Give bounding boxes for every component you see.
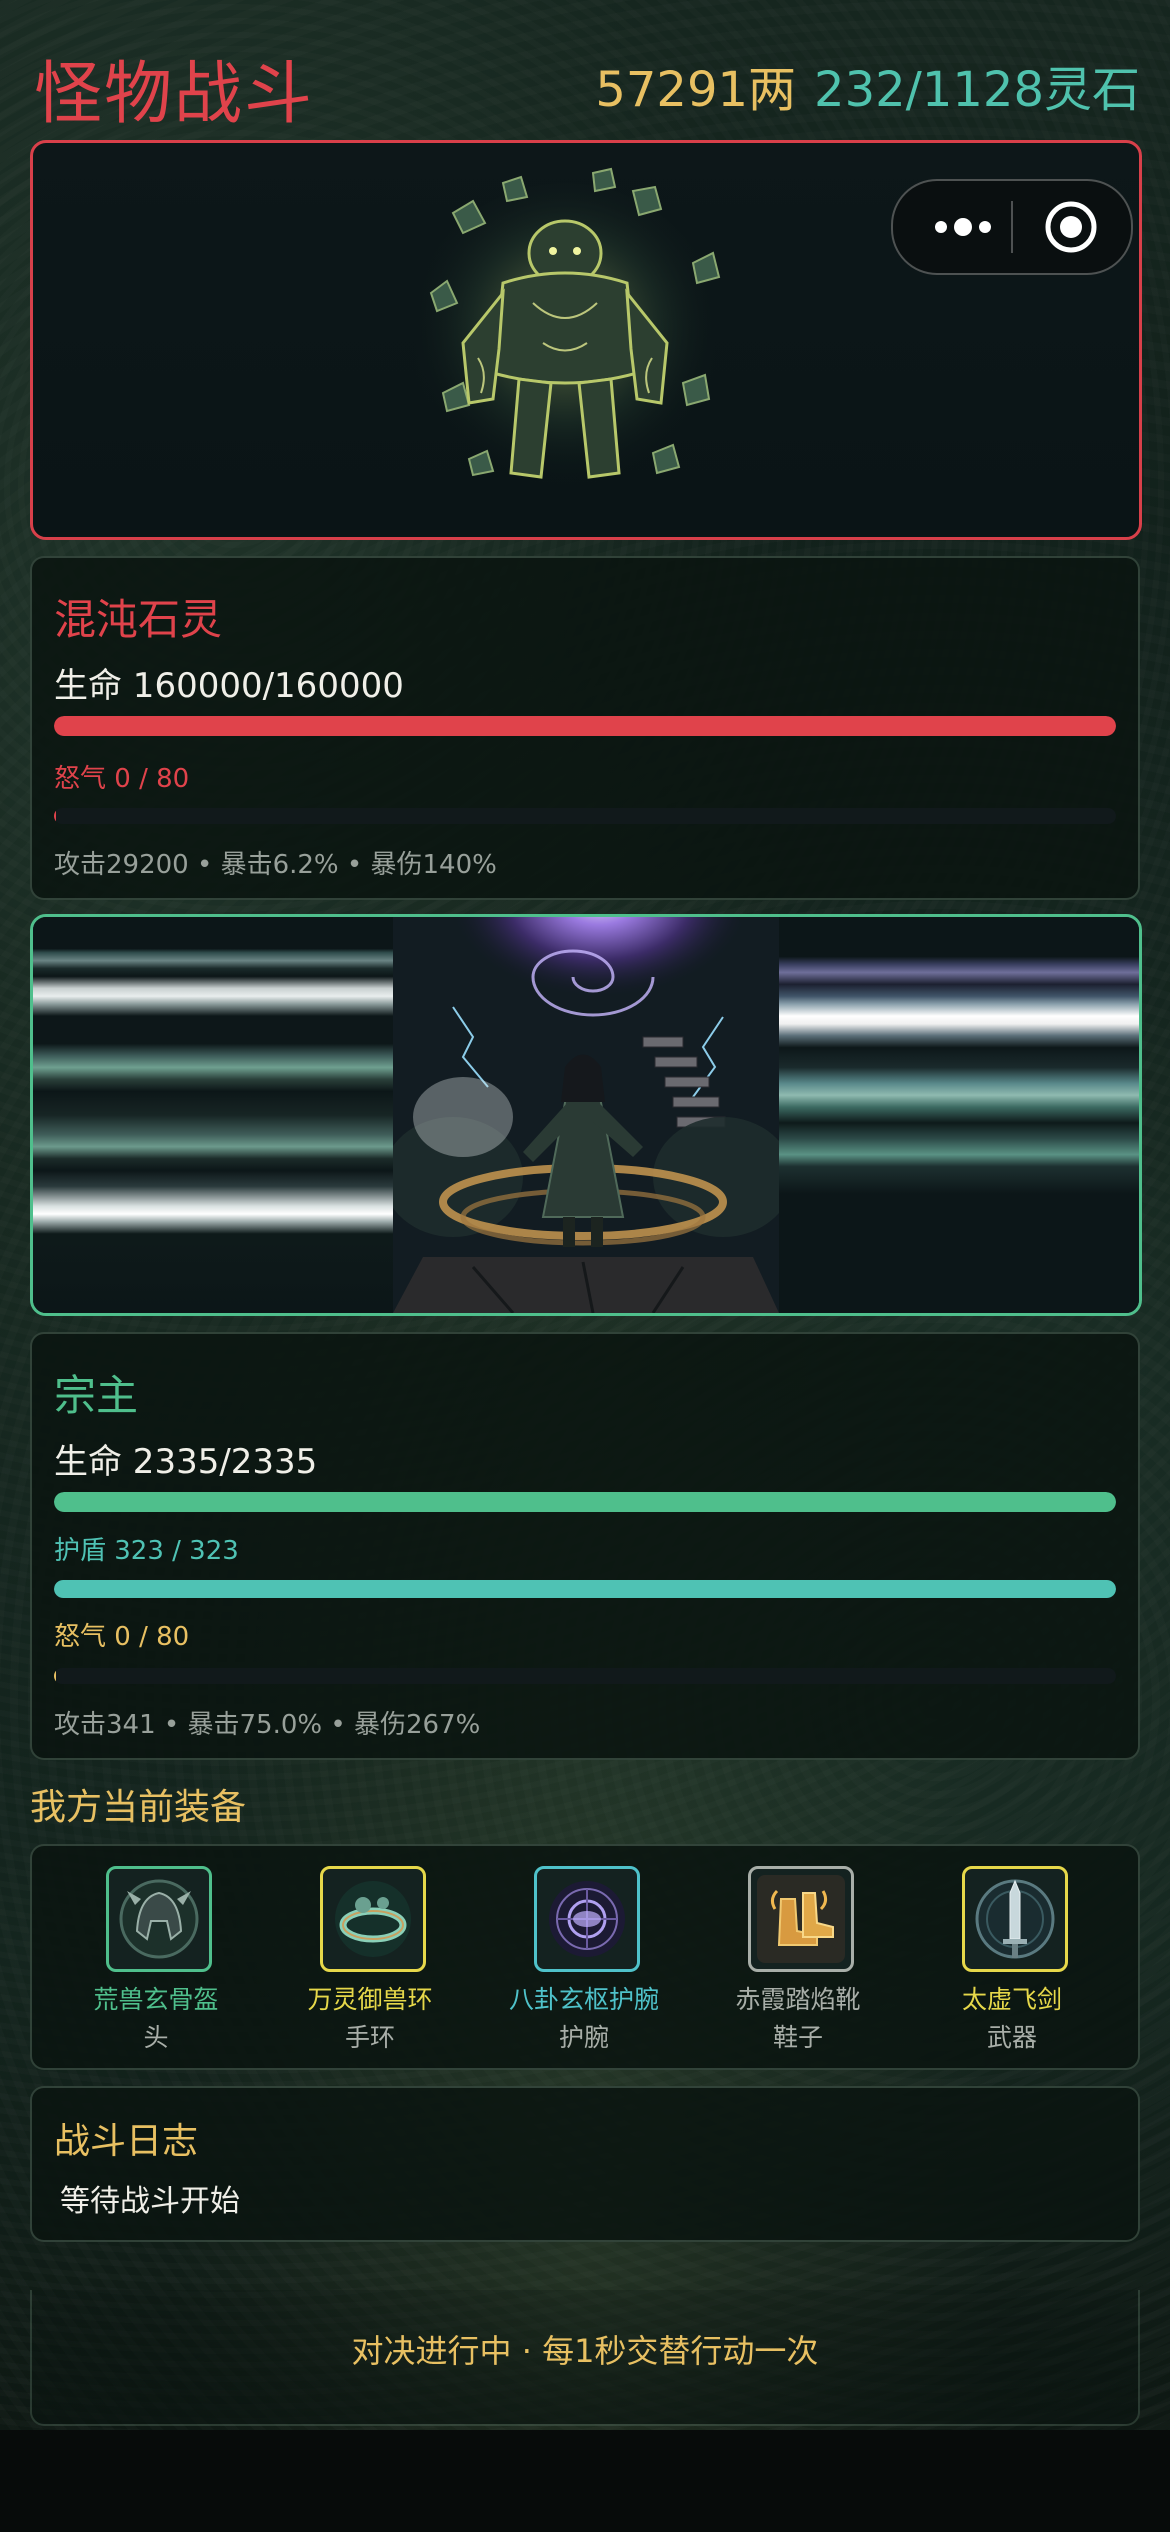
capsule-divider — [1011, 201, 1013, 253]
equip-slot-boots[interactable]: 赤霞踏焰靴 鞋子 — [698, 1866, 898, 2066]
hero-stats-panel: 宗主 生命 2335/2335 护盾 323 / 323 怒气 0 / 80 攻… — [30, 1332, 1140, 1760]
monster-stats-panel: 混沌石灵 生命 160000/160000 怒气 0 / 80 攻击29200 … — [30, 556, 1140, 900]
monster-hp-text: 生命 160000/160000 — [54, 666, 404, 706]
hero-rage-bar — [54, 1668, 1116, 1684]
monster-stats-line: 攻击29200 • 暴击6.2% • 暴伤140% — [54, 850, 497, 880]
equip-slot-label: 鞋子 — [772, 2023, 823, 2052]
glitch-streak-right — [779, 917, 1139, 1313]
gold-amount: 57291两 — [595, 62, 797, 118]
hero-hp-text: 生命 2335/2335 — [54, 1442, 318, 1482]
hero-name: 宗主 — [54, 1371, 139, 1420]
boots-icon — [748, 1866, 854, 1972]
bracelet-icon — [320, 1866, 426, 1972]
equipment-section-title: 我方当前装备 — [30, 1787, 247, 1828]
hero-shield-text: 护盾 323 / 323 — [54, 1536, 239, 1566]
equip-slot-weapon[interactable]: 太虚飞剑 武器 — [912, 1866, 1112, 2066]
hero-rage-text: 怒气 0 / 80 — [54, 1622, 190, 1652]
hero-portrait — [30, 914, 1142, 1316]
helmet-icon — [106, 1866, 212, 1972]
hero-stats-line: 攻击341 • 暴击75.0% • 暴伤267% — [54, 1710, 481, 1740]
battle-log-panel: 战斗日志 等待战斗开始 — [30, 2086, 1140, 2242]
equip-slot-label: 武器 — [986, 2023, 1037, 2052]
hero-hp-bar — [54, 1492, 1116, 1512]
hero-rage-marker — [54, 1668, 56, 1684]
monster-rage-marker — [54, 808, 56, 824]
monster-hp-fill — [54, 716, 1116, 736]
equip-name: 万灵御兽环 — [307, 1985, 433, 2014]
page-title: 怪物战斗 — [34, 55, 315, 134]
hero-shield-bar — [54, 1580, 1116, 1598]
currency-display: 57291两 232/1128灵石 — [595, 50, 1140, 120]
equip-slot-head[interactable]: 荒兽玄骨盔 头 — [56, 1866, 256, 2066]
hero-art — [393, 917, 779, 1313]
equip-name: 太虚飞剑 — [961, 1985, 1062, 2014]
equip-slot-label: 头 — [143, 2023, 169, 2052]
equip-slot-bracelet[interactable]: 万灵御兽环 手环 — [270, 1866, 470, 2066]
equip-name: 八卦玄枢护腕 — [508, 1985, 659, 2014]
battle-status-footer: 对决进行中 · 每1秒交替行动一次 — [30, 2290, 1140, 2426]
battle-log-title: 战斗日志 — [54, 2121, 199, 2162]
monster-portrait — [30, 140, 1142, 540]
equip-slot-bracer[interactable]: 八卦玄枢护腕 护腕 — [484, 1866, 684, 2066]
battle-status-text: 对决进行中 · 每1秒交替行动一次 — [351, 2332, 819, 2370]
equip-name: 赤霞踏焰靴 — [735, 1985, 861, 2014]
equip-slot-label: 手环 — [344, 2023, 395, 2052]
battle-log-entry: 等待战斗开始 — [60, 2184, 240, 2219]
monster-rage-bar — [54, 808, 1116, 824]
bottom-safe-area — [0, 2430, 1170, 2532]
mini-program-capsule — [891, 179, 1133, 275]
monster-rage-text: 怒气 0 / 80 — [54, 764, 190, 794]
equipment-panel: 荒兽玄骨盔 头 万灵御兽环 手环 八卦玄枢护腕 护腕 赤霞踏焰靴 鞋子 太虚飞剑… — [30, 1844, 1140, 2070]
sword-icon — [962, 1866, 1068, 1972]
hero-hp-fill — [54, 1492, 1116, 1512]
monster-name: 混沌石灵 — [54, 595, 223, 644]
header: 怪物战斗 57291两 232/1128灵石 — [30, 30, 1140, 140]
target-circle-icon[interactable] — [1043, 199, 1099, 255]
hero-shield-fill — [54, 1580, 1116, 1598]
monster-hp-bar — [54, 716, 1116, 736]
equip-name: 荒兽玄骨盔 — [93, 1985, 219, 2014]
more-dots-icon[interactable] — [923, 181, 1003, 273]
glitch-streak-left — [33, 917, 393, 1313]
bagua-bracer-icon — [534, 1866, 640, 1972]
equip-slot-label: 护腕 — [558, 2023, 609, 2052]
spirit-stone-amount: 232/1128灵石 — [814, 62, 1140, 118]
